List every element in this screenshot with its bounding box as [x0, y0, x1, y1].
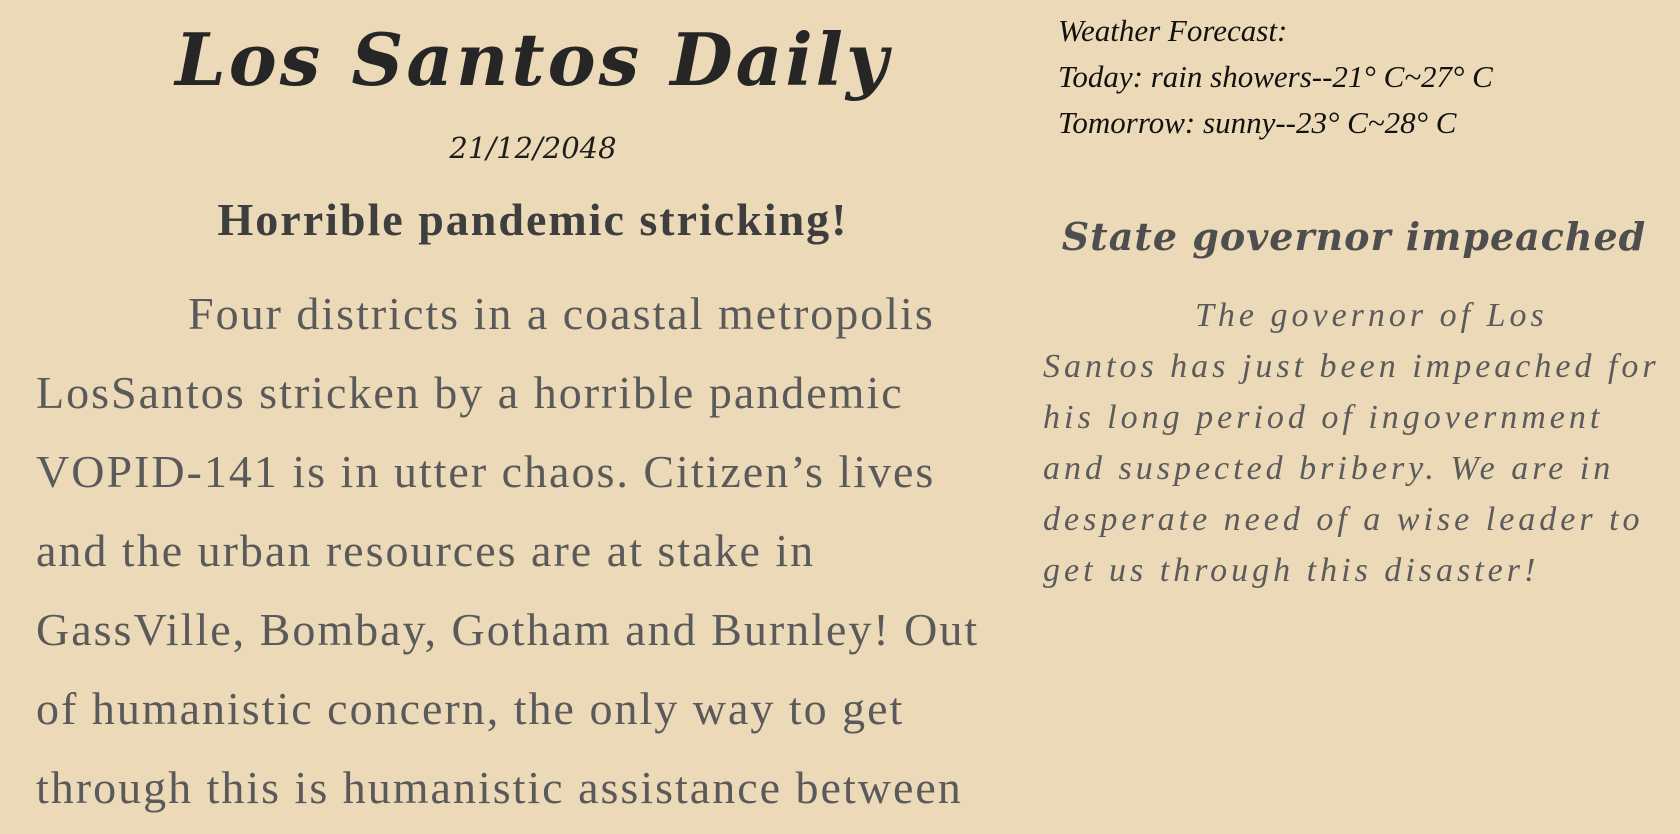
- issue-date: 21/12/2048: [449, 131, 617, 165]
- main-story-body: Four districts in a coastal metropolis L…: [36, 288, 980, 813]
- newspaper-title: Los Santos Daily: [175, 17, 891, 102]
- weather-heading: Weather Forecast:: [1058, 13, 1288, 48]
- weather-today: Today: rain showers--21° C~27° C: [1058, 59, 1493, 94]
- side-story-body: The governor of Los Santos has just been…: [1043, 297, 1660, 589]
- weather-tomorrow: Tomorrow: sunny--23° C~28° C: [1058, 105, 1457, 140]
- main-story-headline: Horrible pandemic stricking!: [217, 194, 849, 245]
- side-story-headline: State governor impeached: [1061, 214, 1647, 259]
- weather-forecast: Weather Forecast: Today: rain showers--2…: [1058, 8, 1658, 146]
